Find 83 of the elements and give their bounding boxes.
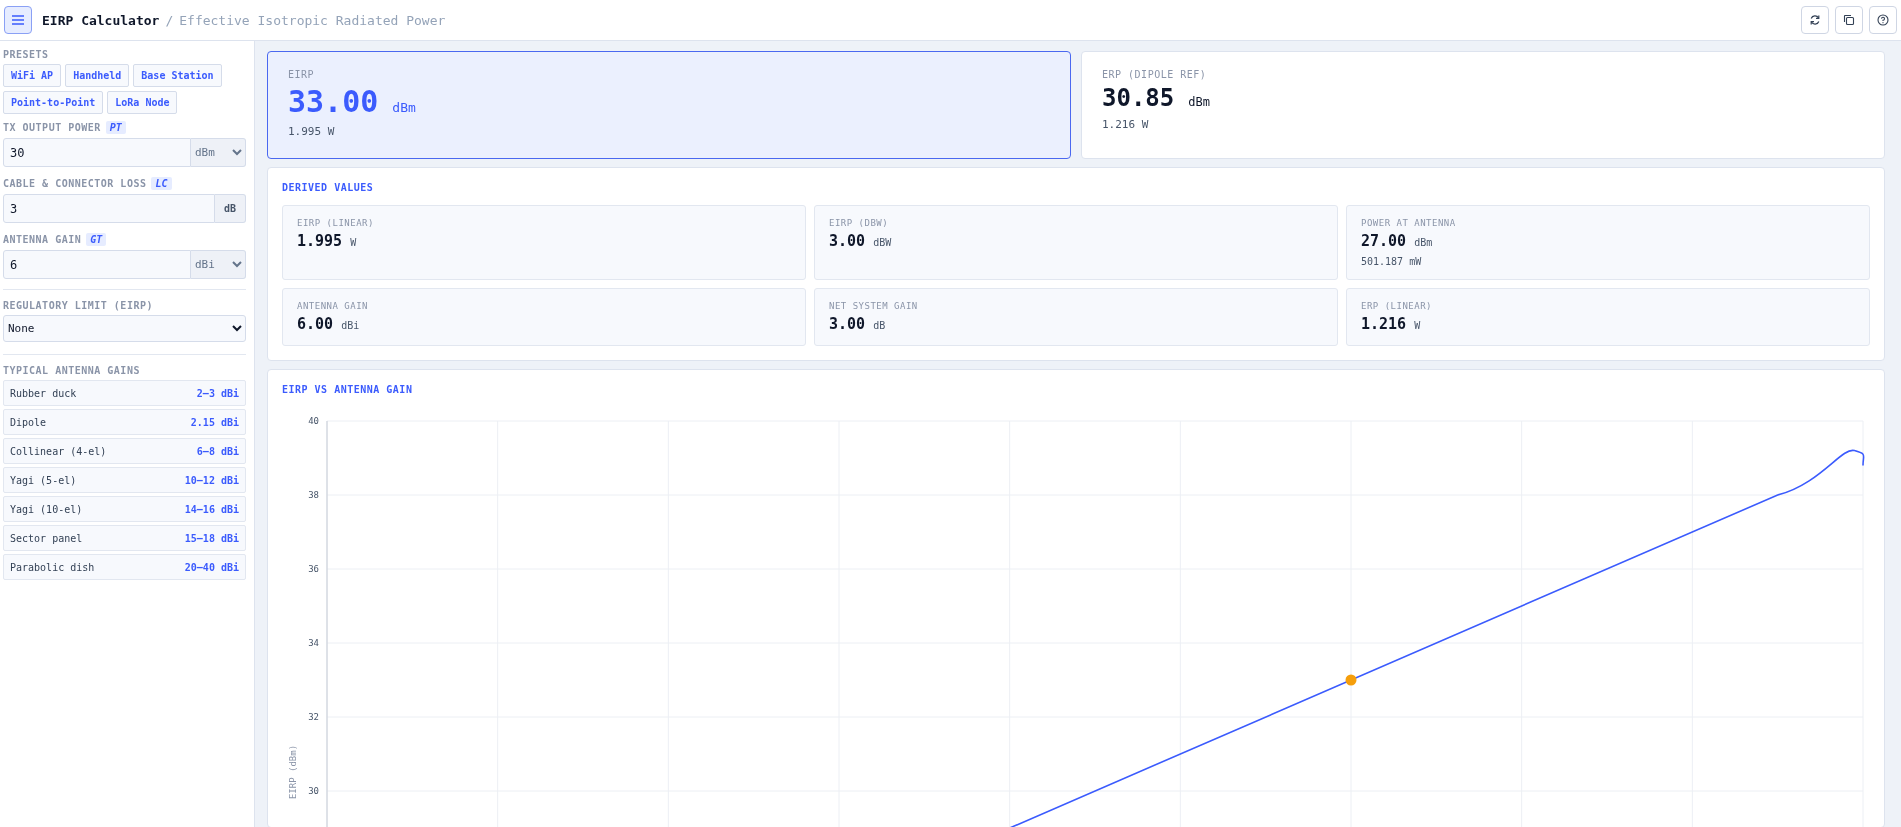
result-value: 30.85 bbox=[1102, 84, 1175, 112]
gain-value: 20–40 dBi bbox=[184, 561, 239, 573]
tile-label: EIRP (LINEAR) bbox=[297, 218, 375, 228]
field-label: ANTENNA GAIN bbox=[3, 234, 82, 245]
tile-label: ANTENNA GAIN bbox=[297, 301, 370, 311]
gain-value: 10–12 dBi bbox=[184, 474, 239, 486]
tile-label: ERP (LINEAR) bbox=[1361, 301, 1434, 311]
antenna-name: Yagi (5-el) bbox=[10, 474, 77, 486]
tile-unit: W bbox=[1414, 320, 1421, 331]
app-title: EIRP Calculator bbox=[42, 12, 160, 28]
tile-value: 6.00 bbox=[297, 315, 334, 333]
symbol-badge: LC bbox=[151, 177, 172, 190]
field-label: CABLE & CONNECTOR LOSS bbox=[3, 178, 147, 189]
tile-unit: dBm bbox=[1414, 237, 1433, 248]
symbol-badge: PT bbox=[105, 121, 126, 134]
refresh-icon bbox=[1809, 14, 1821, 26]
number-field[interactable]: 30 bbox=[3, 138, 191, 167]
unit-select[interactable]: dBm bbox=[191, 138, 246, 167]
y-tick-label: 34 bbox=[308, 638, 319, 648]
unit-label: dB bbox=[215, 194, 246, 223]
help-button[interactable] bbox=[1869, 6, 1897, 34]
tile-value: 1.995 bbox=[297, 232, 343, 250]
app-subtitle: Effective Isotropic Radiated Power bbox=[179, 12, 446, 28]
copy-button[interactable] bbox=[1835, 6, 1863, 34]
gain-value: 15–18 dBi bbox=[184, 532, 239, 544]
tile-unit: dBi bbox=[341, 320, 360, 331]
field-label: TX OUTPUT POWER bbox=[3, 122, 101, 133]
preset-button[interactable]: LoRa Node bbox=[107, 91, 178, 114]
symbol-badge: GT bbox=[86, 233, 107, 246]
number-field[interactable]: 3 bbox=[3, 194, 215, 223]
tile-unit: dBW bbox=[873, 237, 892, 248]
result-label: ERP (DIPOLE REF) bbox=[1102, 69, 1208, 80]
antenna-name: Dipole bbox=[10, 416, 47, 428]
field-label: REGULATORY LIMIT (EIRP) bbox=[3, 300, 154, 311]
tile-value: 1.216 bbox=[1361, 315, 1407, 333]
tile-value: 3.00 bbox=[829, 315, 866, 333]
gain-value: 2.15 dBi bbox=[190, 416, 239, 428]
tile-label: NET SYSTEM GAIN bbox=[829, 301, 919, 311]
tile-label: EIRP (DBW) bbox=[829, 218, 890, 228]
preset-button[interactable]: WiFi AP bbox=[3, 64, 62, 87]
antenna-name: Parabolic dish bbox=[10, 561, 95, 573]
antenna-name: Yagi (10-el) bbox=[10, 503, 83, 515]
menu-icon bbox=[12, 15, 24, 25]
y-tick-label: 40 bbox=[308, 416, 319, 426]
result-label: EIRP bbox=[288, 69, 316, 80]
preset-button[interactable]: Handheld bbox=[65, 64, 130, 87]
y-tick-label: 38 bbox=[308, 490, 319, 500]
current-point-marker bbox=[1345, 674, 1357, 686]
tile-value: 27.00 bbox=[1361, 232, 1407, 250]
y-tick-label: 36 bbox=[308, 564, 319, 574]
gain-value: 14–16 dBi bbox=[184, 503, 239, 515]
number-field[interactable]: 6 bbox=[3, 250, 191, 279]
y-axis-label: EIRP (dBm) bbox=[288, 744, 298, 800]
menu-button[interactable] bbox=[4, 6, 32, 34]
preset-button[interactable]: Base Station bbox=[133, 64, 222, 87]
title-separator: / bbox=[165, 12, 174, 28]
tile-unit: dB bbox=[873, 320, 886, 331]
result-value: 33.00 bbox=[288, 84, 379, 119]
regulatory-select[interactable]: None bbox=[3, 315, 246, 342]
result-subvalue: 1.216 W bbox=[1102, 118, 1150, 131]
refresh-button[interactable] bbox=[1801, 6, 1829, 34]
help-icon bbox=[1877, 14, 1889, 26]
gain-value: 6–8 dBi bbox=[196, 445, 239, 457]
copy-icon bbox=[1843, 14, 1855, 26]
antenna-name: Rubber duck bbox=[10, 387, 77, 399]
card-title: DERIVED VALUES bbox=[282, 182, 375, 193]
tile-label: POWER AT ANTENNA bbox=[1361, 218, 1457, 228]
y-tick-label: 30 bbox=[308, 786, 319, 796]
gain-value: 2–3 dBi bbox=[196, 387, 239, 399]
unit-select[interactable]: dBi bbox=[191, 250, 246, 279]
result-unit: dBm bbox=[392, 100, 416, 115]
antenna-name: Sector panel bbox=[10, 532, 83, 544]
tile-subvalue: 501.187 mW bbox=[1361, 256, 1423, 267]
tile-value: 3.00 bbox=[829, 232, 866, 250]
preset-button[interactable]: Point-to-Point bbox=[3, 91, 104, 114]
antenna-name: Collinear (4-el) bbox=[10, 445, 107, 457]
tile-unit: W bbox=[350, 237, 357, 248]
card-title: EIRP VS ANTENNA GAIN bbox=[282, 384, 414, 395]
section-heading: PRESETS bbox=[3, 49, 50, 60]
section-heading: TYPICAL ANTENNA GAINS bbox=[3, 365, 141, 376]
result-unit: dBm bbox=[1188, 95, 1210, 109]
y-tick-label: 32 bbox=[308, 712, 319, 722]
result-subvalue: 1.995 W bbox=[288, 125, 336, 138]
